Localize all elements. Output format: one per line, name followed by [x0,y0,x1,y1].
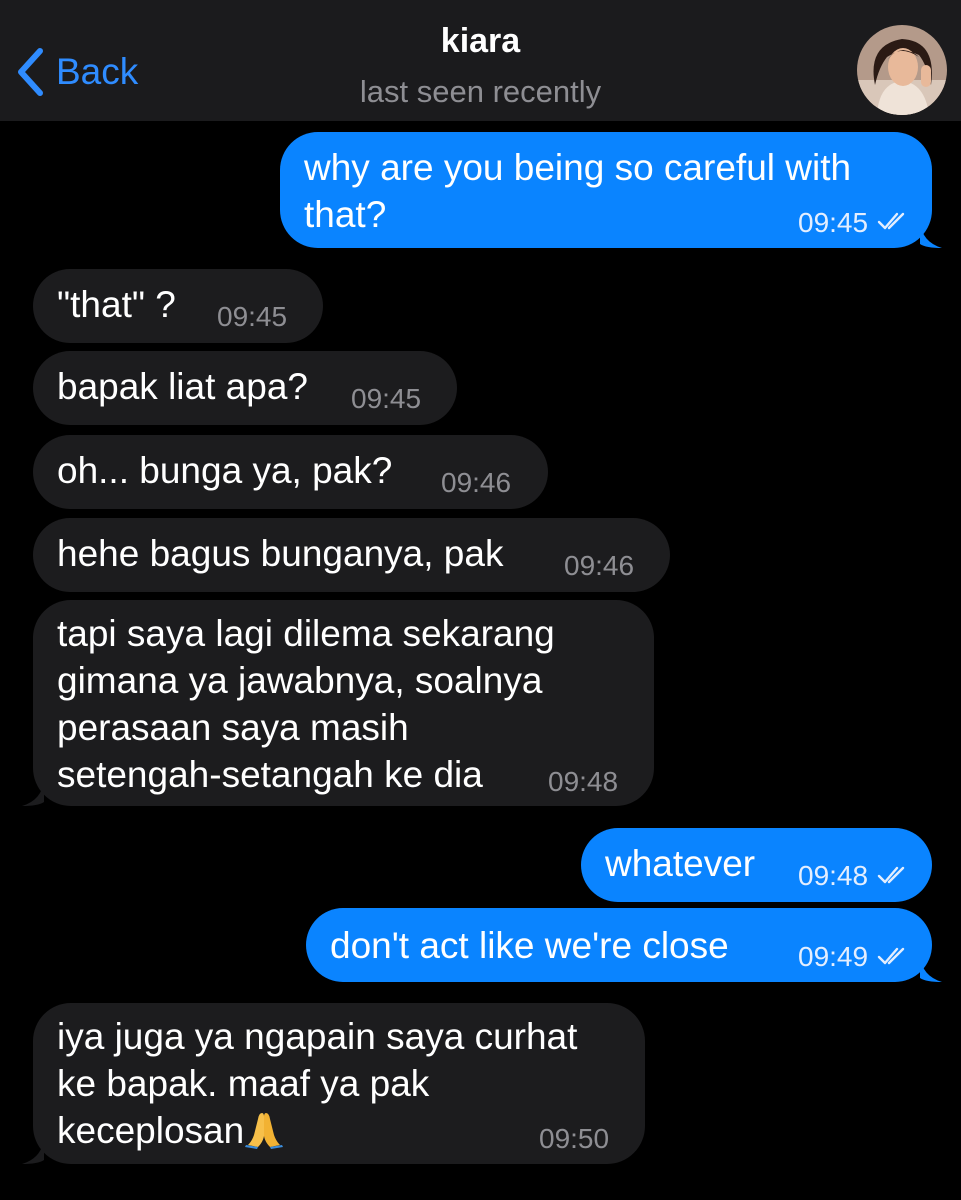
message-text-line: that? [304,194,387,235]
message-time: 09:48 [548,766,619,797]
bubble-tail [22,1138,44,1164]
message-time: 09:45 [217,301,288,332]
message-text-line: keceplosan [57,1107,284,1154]
message-time: 09:46 [441,467,512,498]
contact-name[interactable]: kiara [0,22,961,61]
bubble-tail [22,780,44,806]
message-text-line: iya juga ya ngapain saya curhat [57,1016,578,1057]
message-text-line: oh... bunga ya, pak? [57,450,393,491]
message-bubble-incoming[interactable]: iya juga ya ngapain saya curhat ke bapak… [33,1003,645,1164]
message-time: 09:50 [539,1123,610,1154]
message-bubble-outgoing[interactable]: don't act like we're close 09:49 [306,908,932,982]
message-bubble-incoming[interactable]: "that" ? 09:45 [33,269,323,343]
message-bubble-outgoing[interactable]: why are you being so careful with that? … [280,132,932,248]
message-text: keceplosan [57,1110,245,1151]
bubble-tail [920,222,942,248]
chat-header: Back kiara last seen recently [0,0,961,121]
message-text-line: bapak liat apa? [57,366,308,407]
contact-status: last seen recently [359,74,602,109]
message-text-line: why are you being so careful with [304,147,852,188]
read-receipt-icon [877,866,905,884]
message-time: 09:48 [798,860,869,891]
message-text-line: "that" ? [57,284,176,325]
folded-hands-emoji [245,1113,284,1149]
avatar[interactable] [857,25,947,115]
read-receipt-icon [877,212,905,230]
message-text-line: hehe bagus bunganya, pak [57,533,504,574]
read-receipt-icon [877,947,905,965]
message-text-line: perasaan saya masih [57,707,409,748]
message-bubble-incoming[interactable]: bapak liat apa? 09:45 [33,351,457,425]
message-text-line: ke bapak. maaf ya pak [57,1063,430,1104]
message-text-line: whatever [605,843,756,884]
message-bubble-incoming[interactable]: oh... bunga ya, pak? 09:46 [33,435,548,509]
message-time: 09:46 [564,550,635,581]
message-text-line: setengah-setangah ke dia [57,754,483,795]
bubble-tail [920,956,942,982]
message-time: 09:45 [351,383,422,414]
message-bubble-incoming[interactable]: hehe bagus bunganya, pak 09:46 [33,518,670,592]
message-time: 09:45 [798,207,869,238]
message-time: 09:49 [798,941,869,972]
message-text-line: gimana ya jawabnya, soalnya [57,660,543,701]
message-text-line: don't act like we're close [330,925,729,966]
message-bubble-incoming[interactable]: tapi saya lagi dilema sekarang gimana ya… [33,600,654,806]
message-text-line: tapi saya lagi dilema sekarang [57,613,555,654]
